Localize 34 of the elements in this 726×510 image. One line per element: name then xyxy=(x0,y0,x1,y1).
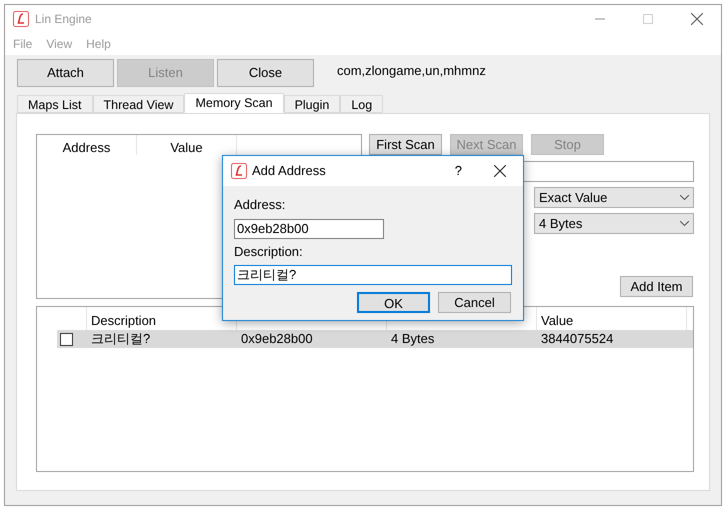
table-cell-text: 크리티컬? xyxy=(90,330,152,348)
tab[interactable]: Log xyxy=(340,95,384,113)
table-cell-text: 3844075524 xyxy=(540,330,614,348)
close-icon[interactable] xyxy=(494,165,506,177)
address-field[interactable]: 0x9eb28b00 xyxy=(234,218,384,238)
logo-icon xyxy=(13,11,29,27)
logo-icon xyxy=(231,163,247,179)
tab[interactable]: Plugin xyxy=(284,95,340,113)
window-title: Lin Engine xyxy=(35,11,92,28)
description-field[interactable]: 크리티컬? xyxy=(234,265,512,285)
chevron-icon xyxy=(680,221,689,226)
chevron-icon xyxy=(680,195,689,200)
description-label: Description: xyxy=(234,242,304,261)
toolbar-button[interactable]: Attach xyxy=(17,59,114,87)
column-header[interactable]: Address xyxy=(37,135,137,155)
add-item-button[interactable]: Add Item xyxy=(620,276,693,297)
dialog-button[interactable]: OK xyxy=(357,292,430,313)
address-label: Address: xyxy=(234,196,286,214)
tab[interactable]: Memory Scan xyxy=(184,93,284,113)
process-name: com,zlongame,un,mhmnz xyxy=(337,62,486,80)
dialog-title: Add Address xyxy=(252,162,326,180)
checkbox[interactable] xyxy=(60,332,73,346)
table-row[interactable]: 크리티컬? 0x9eb28b00 4 Bytes 3844075524 xyxy=(57,330,693,348)
table-cell-text: 4 Bytes xyxy=(390,330,436,348)
scan-button[interactable]: First Scan xyxy=(369,134,442,155)
dropdown[interactable]: 4 Bytes xyxy=(534,213,694,234)
close-icon[interactable] xyxy=(691,13,703,25)
help-button[interactable]: ? xyxy=(454,161,462,181)
dropdown[interactable]: Exact Value xyxy=(534,187,694,208)
toolbar-button[interactable]: Close xyxy=(217,59,314,87)
tab[interactable]: Thread View xyxy=(92,95,184,113)
dialog-button[interactable]: Cancel xyxy=(438,292,511,313)
tab[interactable]: Maps List xyxy=(17,95,92,113)
table-cell-text: 0x9eb28b00 xyxy=(240,330,314,348)
